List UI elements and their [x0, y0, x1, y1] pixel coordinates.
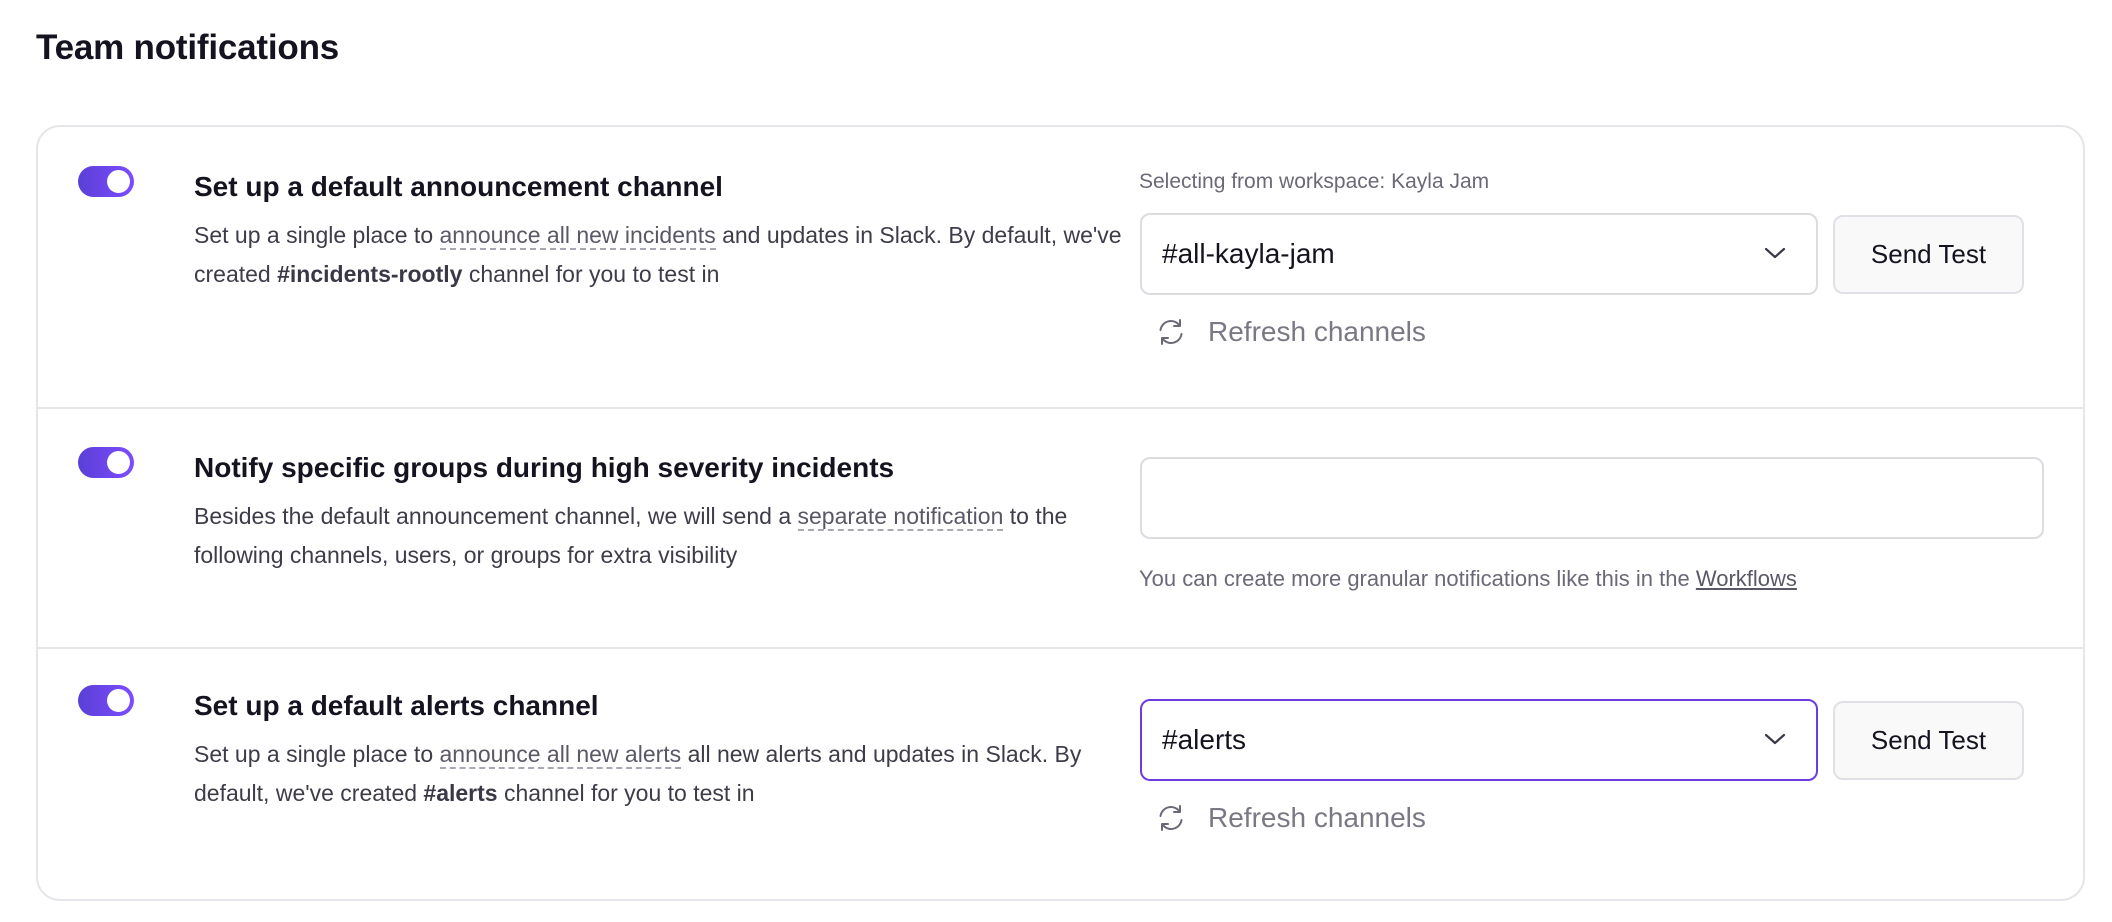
chevron-down-icon — [1764, 247, 1786, 259]
refresh-channels-label: Refresh channels — [1208, 316, 1426, 347]
alerts-channel-select[interactable]: #alerts — [1140, 699, 1818, 781]
description-text: Besides the default announcement channel… — [194, 503, 792, 529]
announcement-channel-row: Set up a default announcement channel Se… — [38, 127, 2083, 407]
announce-incidents-link[interactable]: announce all new incidents — [439, 222, 716, 250]
description-text: channel for you to test in — [468, 261, 720, 287]
alerts-channel-toggle[interactable] — [78, 685, 134, 716]
high-severity-row: Notify specific groups during high sever… — [38, 407, 2083, 647]
alerts-channel-title: Set up a default alerts channel — [194, 690, 599, 721]
toggle-knob — [107, 451, 130, 474]
workflows-link[interactable]: Workflows — [1696, 566, 1797, 591]
announcement-channel-title: Set up a default announcement channel — [194, 171, 723, 202]
announcement-channel-description: Set up a single place to announce all ne… — [194, 216, 1144, 294]
selected-channel: #all-kayla-jam — [1162, 238, 1335, 269]
alerts-channel-row: Set up a default alerts channel Set up a… — [38, 647, 2083, 899]
announce-alerts-link[interactable]: announce all new alerts — [439, 741, 682, 769]
description-text: Set up a single place to — [194, 222, 434, 248]
alerts-channel-name: #alerts — [423, 780, 498, 806]
refresh-icon — [1159, 805, 1183, 831]
notifications-card: Set up a default announcement channel Se… — [36, 125, 2085, 901]
announcement-channel-select[interactable]: #all-kayla-jam — [1140, 213, 1818, 295]
notify-groups-input[interactable] — [1140, 457, 2044, 539]
incidents-channel-name: #incidents-rootly — [277, 261, 463, 287]
alerts-channel-description: Set up a single place to announce all ne… — [194, 735, 1144, 813]
announcement-channel-toggle[interactable] — [78, 166, 134, 197]
refresh-channels-label: Refresh channels — [1208, 802, 1426, 833]
high-severity-toggle[interactable] — [78, 447, 134, 478]
high-severity-description: Besides the default announcement channel… — [194, 497, 1144, 575]
toggle-knob — [107, 170, 130, 193]
send-test-button[interactable]: Send Test — [1833, 701, 2024, 780]
high-severity-title: Notify specific groups during high sever… — [194, 452, 895, 483]
description-text: channel for you to test in — [503, 780, 755, 806]
workflows-hint: You can create more granular notificatio… — [1139, 566, 1797, 592]
description-text: Set up a single place to — [194, 741, 434, 767]
chevron-down-icon — [1764, 733, 1786, 745]
selected-channel: #alerts — [1162, 724, 1247, 755]
workspace-label: Selecting from workspace: Kayla Jam — [1139, 170, 1490, 193]
hint-text: You can create more granular notificatio… — [1139, 566, 1690, 591]
refresh-icon — [1159, 319, 1183, 345]
page-title: Team notifications — [36, 28, 340, 67]
toggle-knob — [107, 689, 130, 712]
send-test-button[interactable]: Send Test — [1833, 215, 2024, 294]
separate-notification-link[interactable]: separate notification — [797, 503, 1004, 531]
